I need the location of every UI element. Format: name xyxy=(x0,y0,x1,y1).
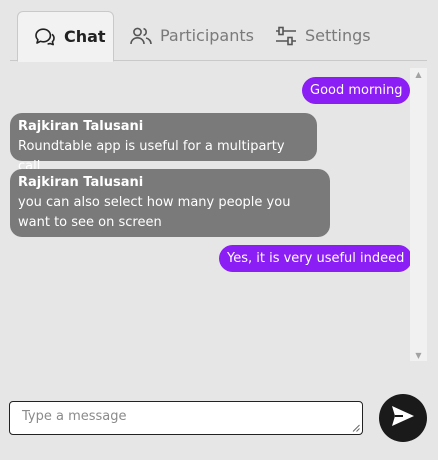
message-input-container xyxy=(9,401,363,435)
tab-chat-label: Chat xyxy=(64,27,106,46)
people-icon xyxy=(130,26,152,46)
tab-chat[interactable]: Chat xyxy=(17,11,114,62)
message-other: Rajkiran Talusani you can also select ho… xyxy=(10,169,330,237)
tab-bar: Chat Participants Settings xyxy=(0,0,438,62)
message-text: Good morning xyxy=(310,82,403,98)
message-text: you can also select how many people you … xyxy=(18,195,291,230)
sliders-icon xyxy=(275,26,297,46)
send-icon xyxy=(391,405,415,431)
tab-participants[interactable]: Participants xyxy=(130,11,254,60)
message-other: Rajkiran Talusani Roundtable app is usef… xyxy=(10,113,317,174)
tab-settings[interactable]: Settings xyxy=(275,11,371,60)
chat-scrollbar[interactable]: ▲ ▼ xyxy=(410,68,427,361)
tab-participants-label: Participants xyxy=(160,26,254,45)
message-sender: Rajkiran Talusani xyxy=(18,175,144,190)
scroll-up-arrow-icon[interactable]: ▲ xyxy=(410,68,427,80)
resize-grip-icon[interactable] xyxy=(352,424,360,432)
chat-bubbles-icon xyxy=(34,27,56,47)
message-self: Yes, it is very useful indeed xyxy=(219,245,413,272)
message-text: Yes, it is very useful indeed xyxy=(227,250,405,266)
scroll-down-arrow-icon[interactable]: ▼ xyxy=(410,349,427,361)
message-sender: Rajkiran Talusani xyxy=(18,119,144,134)
send-button[interactable] xyxy=(379,394,427,442)
message-input[interactable] xyxy=(10,402,362,434)
tab-settings-label: Settings xyxy=(305,26,371,45)
message-self: Good morning xyxy=(302,77,411,104)
